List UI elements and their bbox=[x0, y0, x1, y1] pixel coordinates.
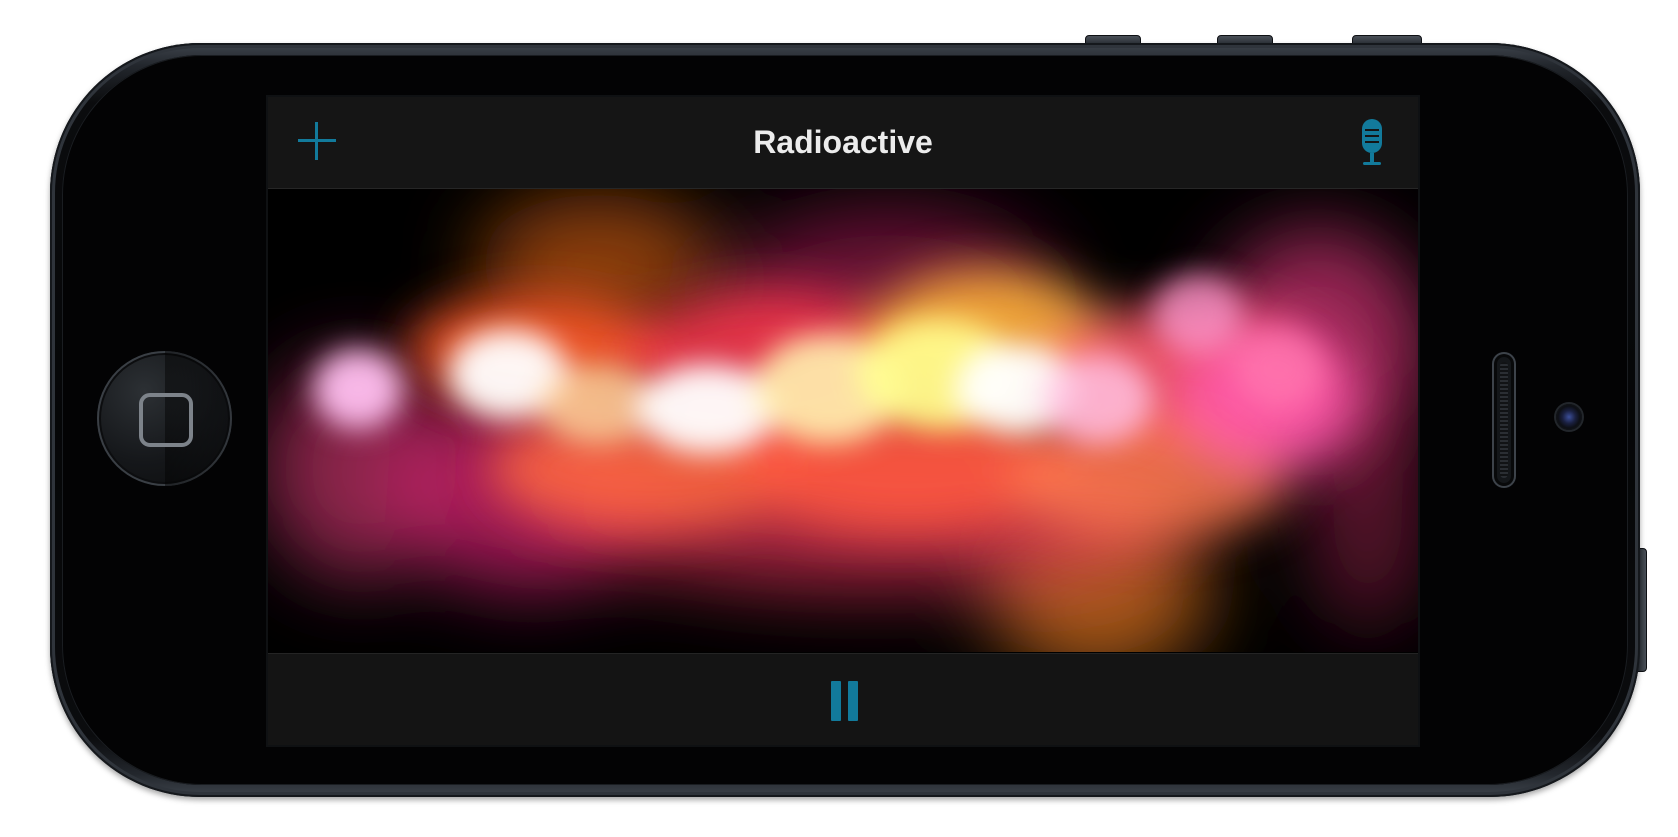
app-screen: Radioactive bbox=[268, 97, 1418, 745]
pause-icon[interactable] bbox=[823, 678, 863, 724]
pause-bar-left bbox=[831, 681, 841, 721]
earpiece-speaker bbox=[1492, 352, 1516, 488]
navigation-bar: Radioactive bbox=[268, 97, 1418, 189]
page: Radioactive bbox=[0, 0, 1678, 837]
home-button[interactable] bbox=[97, 351, 232, 486]
home-square-icon bbox=[139, 393, 193, 447]
front-camera bbox=[1556, 404, 1582, 430]
pause-bar-right bbox=[848, 681, 858, 721]
microphone-icon[interactable] bbox=[1358, 117, 1386, 169]
page-title: Radioactive bbox=[753, 124, 933, 160]
visualizer-glow-graphic bbox=[268, 189, 1418, 652]
bottom-toolbar bbox=[268, 653, 1418, 745]
audio-visualizer bbox=[268, 189, 1418, 652]
microphone-icon-graphic bbox=[1362, 119, 1382, 165]
